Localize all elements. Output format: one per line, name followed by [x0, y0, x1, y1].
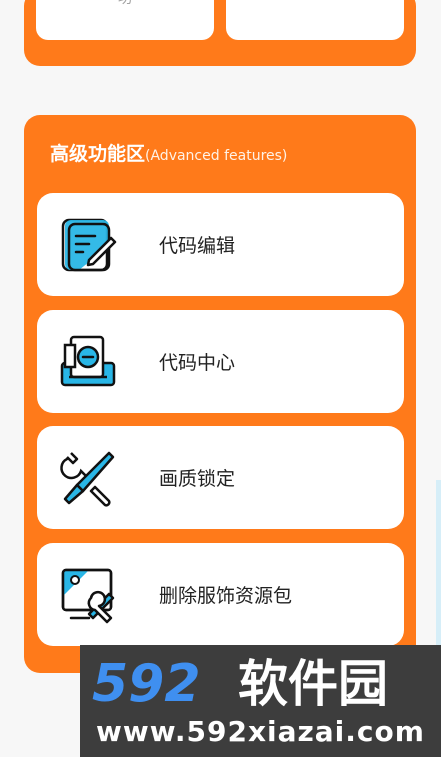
quality-lock-label: 画质锁定 — [159, 468, 236, 490]
scroll-edge — [436, 480, 441, 645]
svg-text:软件园: 软件园 — [238, 655, 388, 711]
watermark-logo: 592 软件园 — [92, 654, 388, 711]
watermark-banner: 592 软件园 www.592xiazai.com — [80, 645, 441, 757]
top-right-label: ... — [226, 0, 404, 4]
section-title-main: 高级功能区 — [50, 143, 146, 165]
advanced-features-section: 高级功能区(Advanced features) 代码编辑 代码中心 画质锁定 … — [24, 115, 416, 673]
top-left-label: 功 — [36, 0, 214, 8]
code-edit-label: 代码编辑 — [159, 235, 236, 257]
svg-text:592: 592 — [92, 654, 201, 711]
delete-costume-pack-button[interactable]: 删除服饰资源包 — [37, 543, 404, 646]
delete-costume-pack-label: 删除服饰资源包 — [159, 585, 293, 607]
wrench-screwdriver-icon — [60, 451, 115, 507]
screen: 功 ... 高级功能区(Advanced features) 代码编辑 — [0, 0, 441, 757]
quality-lock-button[interactable]: 画质锁定 — [37, 426, 404, 529]
code-edit-icon — [61, 218, 117, 272]
top-right-button[interactable]: ... — [226, 0, 404, 40]
section-title-sub: (Advanced features) — [145, 148, 288, 164]
top-left-button[interactable]: 功 — [36, 0, 214, 40]
code-center-label: 代码中心 — [159, 352, 236, 374]
top-feature-card: 功 ... — [24, 0, 416, 66]
section-title: 高级功能区(Advanced features) — [50, 139, 287, 166]
watermark-url: www.592xiazai.com — [96, 715, 425, 748]
code-center-icon — [60, 335, 116, 387]
code-edit-button[interactable]: 代码编辑 — [37, 193, 404, 296]
delete-resource-icon — [61, 568, 115, 624]
code-center-button[interactable]: 代码中心 — [37, 310, 404, 413]
